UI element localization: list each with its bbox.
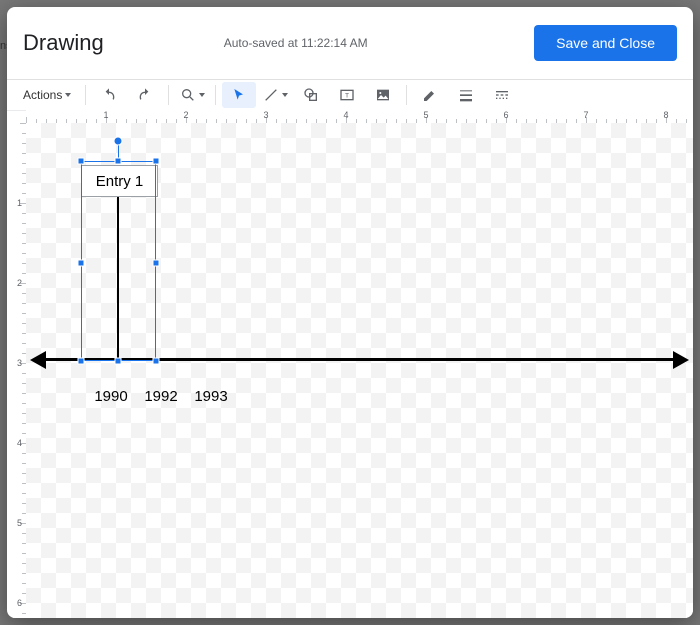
undo-button[interactable]	[92, 82, 126, 108]
resize-handle-se[interactable]	[153, 358, 160, 365]
autosave-status: Auto-saved at 11:22:14 AM	[224, 36, 368, 50]
year-label[interactable]: 1993	[194, 388, 227, 405]
save-and-close-button[interactable]: Save and Close	[534, 25, 677, 61]
redo-button[interactable]	[128, 82, 162, 108]
year-label[interactable]: 1990	[94, 388, 127, 405]
rotation-handle[interactable]	[114, 137, 123, 146]
cursor-icon	[231, 87, 247, 103]
zoom-button[interactable]	[175, 82, 209, 108]
resize-handle-e[interactable]	[153, 260, 160, 267]
resize-handle-s[interactable]	[115, 358, 122, 365]
resize-handle-sw[interactable]	[78, 358, 85, 365]
line-color-button[interactable]	[413, 82, 447, 108]
arrowhead-left-icon	[30, 351, 46, 369]
pencil-icon	[422, 87, 438, 103]
shape-tool-button[interactable]	[294, 82, 328, 108]
canvas-viewport: 1990 1992 1993 Entry 1	[26, 123, 693, 618]
toolbar-separator	[85, 85, 86, 105]
drawing-canvas[interactable]: 1990 1992 1993 Entry 1	[26, 123, 693, 618]
image-tool-button[interactable]	[366, 82, 400, 108]
dialog-header: Drawing Auto-saved at 11:22:14 AM Save a…	[7, 7, 693, 80]
toolbar-separator	[168, 85, 169, 105]
resize-handle-w[interactable]	[78, 260, 85, 267]
image-icon	[375, 87, 391, 103]
drawing-toolbar: Actions T	[7, 80, 693, 111]
selection-bounding-box	[81, 161, 156, 361]
actions-menu-button[interactable]: Actions	[15, 82, 79, 108]
undo-icon	[101, 87, 117, 103]
line-tool-button[interactable]	[258, 82, 292, 108]
line-weight-icon	[458, 87, 474, 103]
resize-handle-ne[interactable]	[153, 158, 160, 165]
actions-label: Actions	[23, 88, 62, 102]
toolbar-separator	[406, 85, 407, 105]
textbox-tool-button[interactable]: T	[330, 82, 364, 108]
redo-icon	[137, 87, 153, 103]
resize-handle-n[interactable]	[115, 158, 122, 165]
line-dash-icon	[494, 87, 510, 103]
svg-text:T: T	[345, 93, 349, 100]
chevron-down-icon	[65, 93, 71, 97]
chevron-down-icon	[199, 93, 205, 97]
dialog-title: Drawing	[23, 30, 104, 56]
arrowhead-right-icon	[673, 351, 689, 369]
chevron-down-icon	[282, 93, 288, 97]
line-weight-button[interactable]	[449, 82, 483, 108]
select-tool-button[interactable]	[222, 82, 256, 108]
drawing-dialog: Drawing Auto-saved at 11:22:14 AM Save a…	[7, 7, 693, 618]
line-dash-button[interactable]	[485, 82, 519, 108]
horizontal-ruler: 12345678	[26, 109, 693, 124]
zoom-icon	[180, 87, 196, 103]
resize-handle-nw[interactable]	[78, 158, 85, 165]
year-label[interactable]: 1992	[144, 388, 177, 405]
toolbar-separator	[215, 85, 216, 105]
textbox-icon: T	[339, 87, 355, 103]
line-icon	[263, 87, 279, 103]
vertical-ruler: 123456	[12, 123, 27, 618]
shape-icon	[303, 87, 319, 103]
